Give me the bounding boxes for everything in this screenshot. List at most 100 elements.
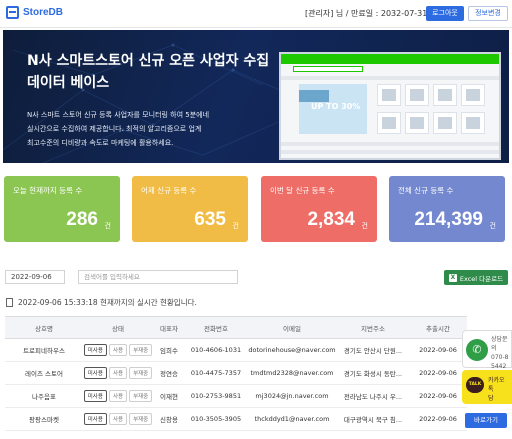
- cell-address: 경기도 안산시 단원...: [337, 338, 409, 362]
- status-absent-button[interactable]: 부재중: [129, 367, 153, 379]
- screenshot-search: [293, 66, 363, 72]
- screenshot-product-tile: [433, 112, 457, 134]
- table-row[interactable]: 팡팡스마켓 미사용 사용 부재중 신창용 010-3505-3905 thckd…: [5, 407, 467, 431]
- logo[interactable]: StoreDB: [6, 6, 63, 19]
- cell-name: 나주음표: [5, 384, 83, 408]
- phone-consult-widget[interactable]: ✆ 상담문의 070-8 5442: [462, 330, 512, 371]
- screenshot-product-tile: [377, 84, 401, 106]
- status-used-button[interactable]: 사용: [108, 344, 128, 356]
- cell-time: 2022-09-06: [409, 407, 467, 431]
- status-absent-button[interactable]: 부재중: [129, 413, 153, 425]
- logout-button[interactable]: 로그아웃: [426, 6, 464, 21]
- shortcut-button[interactable]: 바로가기: [465, 413, 507, 428]
- stat-value: 2,834: [307, 209, 355, 230]
- status-used-button[interactable]: 사용: [108, 413, 128, 425]
- screenshot-footer-row: [281, 142, 499, 146]
- call-line2: 070-8: [491, 354, 509, 361]
- screenshot-product-tile: [461, 84, 485, 106]
- screenshot-product-tile: [405, 84, 429, 106]
- excel-download-button[interactable]: X Excel 다운로드: [444, 270, 508, 285]
- cell-name: 레이즈 스토어: [5, 361, 83, 385]
- store-table: 상호명 상태 대표자 전화번호 이메일 지번주소 추출시간 트로피네하우스 미사…: [5, 316, 467, 431]
- cell-status: 미사용 사용 부재중: [83, 361, 153, 385]
- cell-time: 2022-09-06: [409, 361, 467, 385]
- stat-value: 214,399: [414, 209, 483, 230]
- screenshot-product-tile: [433, 84, 457, 106]
- cell-owner: 신창용: [153, 407, 185, 431]
- cell-time: 2022-09-06: [409, 338, 467, 362]
- status-used-button[interactable]: 사용: [108, 390, 128, 402]
- document-icon: [6, 298, 13, 307]
- kakao-line3: 담: [488, 395, 494, 402]
- hero-description: N사 스마트 스토어 신규 등록 사업자를 모니터링 하여 5분에네 실시간으로…: [27, 108, 267, 150]
- excel-download-label: Excel 다운로드: [459, 274, 504, 283]
- status-absent-button[interactable]: 부재중: [129, 344, 153, 356]
- cell-email: tmdtmd2328@naver.com: [247, 361, 337, 385]
- stat-label: 오늘 현재까지 등록 수: [13, 186, 83, 195]
- cell-email: dotorinehouse@naver.com: [247, 338, 337, 362]
- kakao-line2: 톡: [488, 386, 494, 393]
- cell-owner: 정연승: [153, 361, 185, 385]
- cell-name: 트로피네하우스: [5, 338, 83, 362]
- col-header-time[interactable]: 추출시간: [409, 316, 467, 339]
- col-header-name[interactable]: 상호명: [5, 316, 83, 339]
- cell-name: 팡팡스마켓: [5, 407, 83, 431]
- status-unused-button[interactable]: 미사용: [83, 344, 107, 356]
- cell-address: 경기도 화성시 동탄...: [337, 361, 409, 385]
- hero-title-line1: N사 스마트스토어 신규 오픈 사업자 수집: [27, 53, 270, 69]
- kakao-line1: 카카오: [488, 377, 505, 384]
- status-absent-button[interactable]: 부재중: [129, 390, 153, 402]
- table-row[interactable]: 레이즈 스토어 미사용 사용 부재중 정연승 010-4475-7357 tmd…: [5, 361, 467, 385]
- storedb-logo-icon: [6, 6, 19, 19]
- hero-desc-line1: N사 스마트 스토어 신규 등록 사업자를 모니터링 하여 5분에네: [27, 111, 210, 119]
- screenshot-footer-row: [281, 150, 499, 154]
- screenshot-product-tile: [405, 112, 429, 134]
- screenshot-sale-text: UP TO 30%: [311, 102, 361, 111]
- cell-address: 대구광역시 북구 침...: [337, 407, 409, 431]
- stat-unit: 건: [104, 222, 111, 230]
- screenshot-menu-row: [281, 76, 499, 80]
- stat-value: 635: [194, 209, 226, 230]
- status-unused-button[interactable]: 미사용: [83, 367, 107, 379]
- col-header-owner[interactable]: 대표자: [153, 316, 185, 339]
- cell-status: 미사용 사용 부재중: [83, 338, 153, 362]
- status-unused-button[interactable]: 미사용: [83, 390, 107, 402]
- kakao-talk-icon: TALK: [466, 377, 484, 393]
- stat-card-today: 오늘 현재까지 등록 수 286 건: [4, 176, 120, 242]
- screenshot-nav: [281, 54, 499, 64]
- status-unused-button[interactable]: 미사용: [83, 413, 107, 425]
- col-header-address[interactable]: 지번주소: [337, 316, 409, 339]
- cell-phone: 010-3505-3905: [185, 407, 247, 431]
- logo-text: StoreDB: [23, 7, 64, 18]
- kakao-talk-widget[interactable]: TALK 카카오 톡 담: [462, 370, 512, 404]
- hero-desc-line2: 실시간으로 수집하여 제공합니다. 최적의 알고리즘으로 업계: [27, 125, 202, 133]
- hero-banner: N사 스마트스토어 신규 오픈 사업자 수집 데이터 베이스 N사 스마트 스토…: [3, 30, 509, 163]
- table-row[interactable]: 나주음표 미사용 사용 부재중 이재현 010-2753-9851 mj3024…: [5, 384, 467, 408]
- hero-title: N사 스마트스토어 신규 오픈 사업자 수집 데이터 베이스: [27, 50, 287, 94]
- cell-phone: 010-2753-9851: [185, 384, 247, 408]
- stat-card-this-month: 이번 달 신규 등록 수 2,834 건: [261, 176, 377, 242]
- stat-unit: 건: [232, 222, 239, 230]
- col-header-phone[interactable]: 전화번호: [185, 316, 247, 339]
- screenshot-product-tile: [377, 112, 401, 134]
- stat-card-total: 전체 신규 등록 수 214,399 건: [389, 176, 505, 242]
- screenshot-product-tile: [461, 112, 485, 134]
- excel-icon: X: [448, 273, 457, 282]
- cell-address: 전라남도 나주시 우...: [337, 384, 409, 408]
- table-row[interactable]: 트로피네하우스 미사용 사용 부재중 임희수 010-4606-1031 dot…: [5, 338, 467, 362]
- col-header-email[interactable]: 이메일: [247, 316, 337, 339]
- call-text: 상담문의 070-8 5442: [491, 335, 511, 371]
- cell-email: thckddyd1@naver.com: [247, 407, 337, 431]
- cell-status: 미사용 사용 부재중: [83, 384, 153, 408]
- stat-value: 286: [66, 209, 98, 230]
- stat-unit: 건: [489, 222, 496, 230]
- col-header-status[interactable]: 상태: [83, 316, 153, 339]
- status-used-button[interactable]: 사용: [108, 367, 128, 379]
- date-input[interactable]: 2022-09-06: [5, 270, 65, 284]
- stat-unit: 건: [361, 222, 368, 230]
- cell-owner: 이재현: [153, 384, 185, 408]
- cell-status: 미사용 사용 부재중: [83, 407, 153, 431]
- profile-edit-button[interactable]: 정보변경: [468, 6, 508, 21]
- stat-card-yesterday: 어제 신규 등록 수 635 건: [132, 176, 248, 242]
- search-input[interactable]: 검색어를 입력하세요: [78, 270, 238, 284]
